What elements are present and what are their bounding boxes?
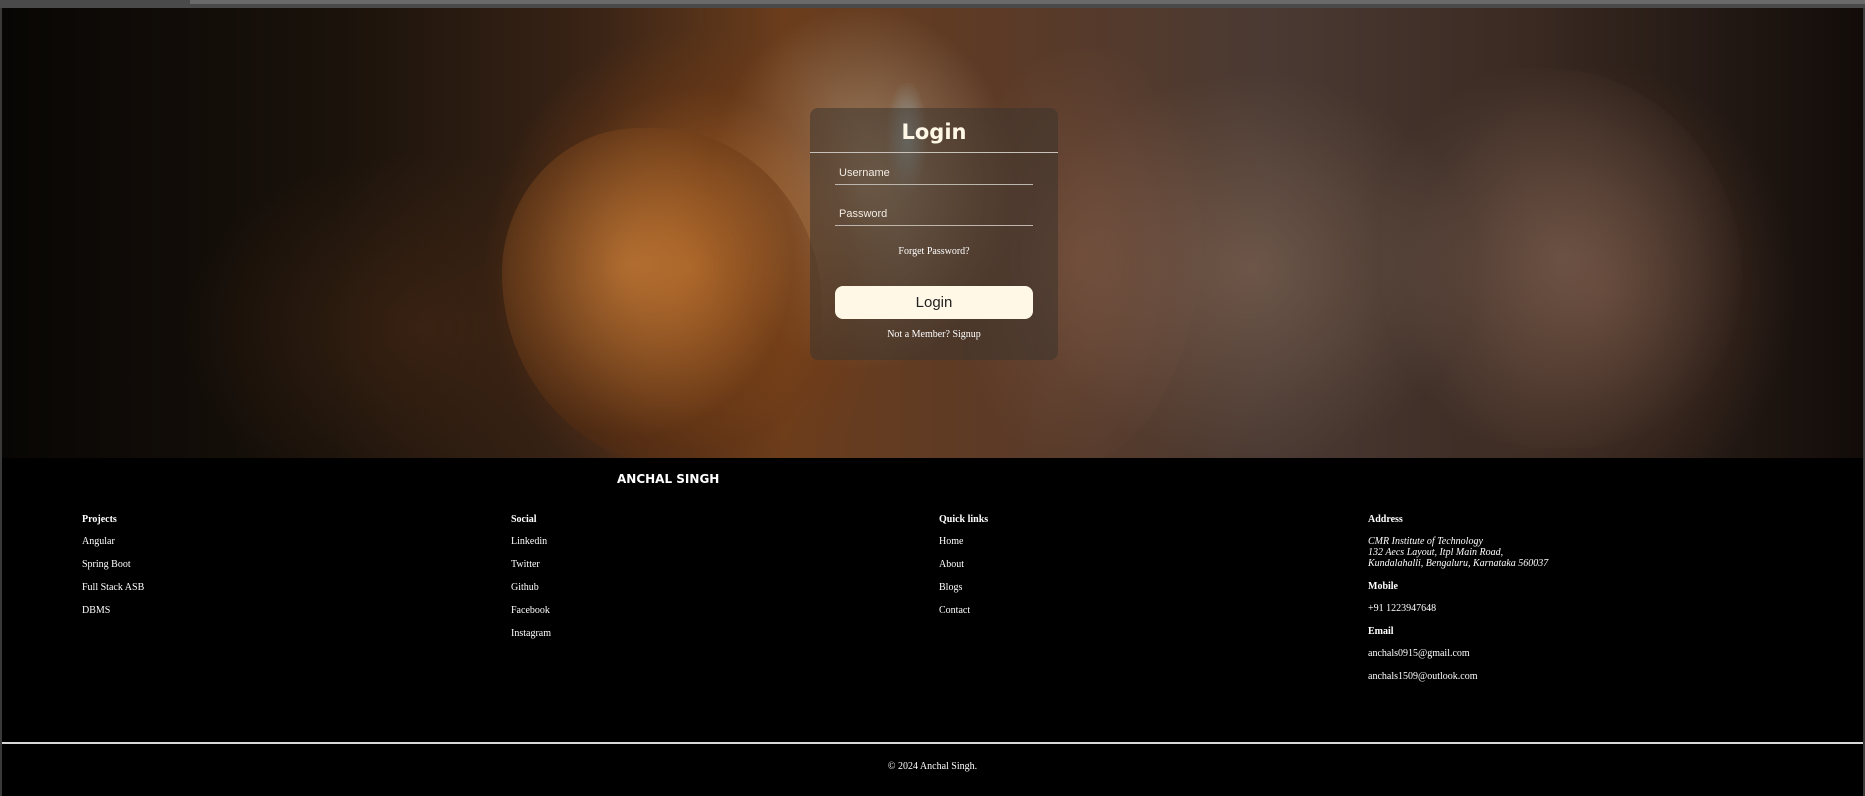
- footer-quick-links-column: Quick links Home About Blogs Contact: [939, 514, 1239, 628]
- footer: ANCHAL SINGH Projects Angular Spring Boo…: [2, 458, 1863, 796]
- quick-link-home[interactable]: Home: [939, 536, 1239, 547]
- forgot-password-link[interactable]: Forget Password?: [810, 246, 1058, 257]
- quick-link-blogs[interactable]: Blogs: [939, 582, 1239, 593]
- login-title: Login: [901, 120, 967, 144]
- copyright-text: © 2024 Anchal Singh.: [887, 761, 978, 772]
- social-link-twitter[interactable]: Twitter: [511, 559, 811, 570]
- browser-top-bar: [0, 0, 1865, 8]
- project-link[interactable]: DBMS: [82, 605, 382, 616]
- footer-divider: [2, 742, 1863, 744]
- footer-brand: ANCHAL SINGH: [617, 472, 720, 486]
- mobile-number: +91 1223947648: [1368, 603, 1437, 614]
- social-heading: Social: [511, 514, 537, 525]
- address-text: CMR Institute of Technology 132 Aecs Lay…: [1368, 536, 1668, 569]
- footer-social-column: Social Linkedin Twitter Github Facebook …: [511, 514, 811, 651]
- username-input[interactable]: [835, 163, 1033, 183]
- email-heading: Email: [1368, 626, 1394, 637]
- footer-projects-column: Projects Angular Spring Boot Full Stack …: [82, 514, 382, 628]
- social-link-linkedin[interactable]: Linkedin: [511, 536, 811, 547]
- login-divider: [810, 152, 1058, 153]
- projects-heading: Projects: [82, 514, 117, 525]
- quick-links-heading: Quick links: [939, 514, 989, 525]
- project-link[interactable]: Spring Boot: [82, 559, 382, 570]
- signup-text: Not a Member? Signup: [810, 329, 1058, 340]
- login-card: Login Forget Password? Login Not a Membe…: [810, 108, 1058, 360]
- quick-link-contact[interactable]: Contact: [939, 605, 1239, 616]
- signup-prefix: Not a Member?: [887, 329, 953, 340]
- canyon-rock-right: [1382, 68, 1742, 448]
- email-address[interactable]: anchals1509@outlook.com: [1368, 671, 1668, 682]
- social-link-instagram[interactable]: Instagram: [511, 628, 811, 639]
- quick-link-about[interactable]: About: [939, 559, 1239, 570]
- password-field-wrapper: [835, 204, 1033, 226]
- password-input[interactable]: [835, 204, 1033, 224]
- footer-address-column: Address CMR Institute of Technology 132 …: [1368, 514, 1668, 694]
- social-link-facebook[interactable]: Facebook: [511, 605, 811, 616]
- browser-tab-strip: [190, 0, 1865, 4]
- address-line: Kundalahalli, Bengaluru, Karnataka 56003…: [1368, 558, 1549, 569]
- hero-background: Login Forget Password? Login Not a Membe…: [2, 8, 1863, 458]
- mobile-heading: Mobile: [1368, 581, 1398, 592]
- social-link-github[interactable]: Github: [511, 582, 811, 593]
- canyon-rock-left: [502, 128, 822, 458]
- project-link[interactable]: Angular: [82, 536, 382, 547]
- address-line: CMR Institute of Technology: [1368, 536, 1483, 547]
- username-field-wrapper: [835, 163, 1033, 185]
- address-heading: Address: [1368, 514, 1403, 525]
- login-button[interactable]: Login: [835, 286, 1033, 319]
- project-link[interactable]: Full Stack ASB: [82, 582, 382, 593]
- signup-link[interactable]: Signup: [952, 329, 980, 340]
- page-frame: Login Forget Password? Login Not a Membe…: [2, 8, 1863, 796]
- email-address[interactable]: anchals0915@gmail.com: [1368, 648, 1668, 659]
- address-line: 132 Aecs Layout, Itpl Main Road,: [1368, 547, 1504, 558]
